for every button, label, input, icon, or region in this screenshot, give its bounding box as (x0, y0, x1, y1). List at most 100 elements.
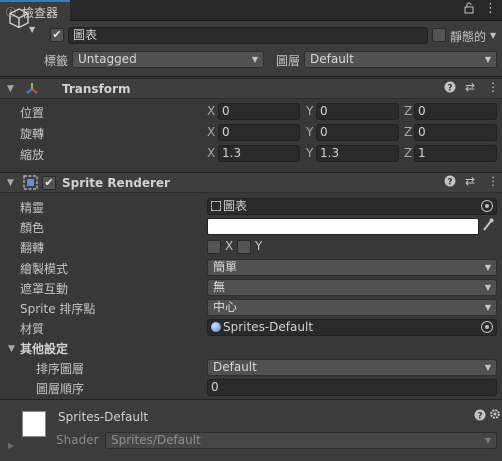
chevron-down-icon: ▼ (484, 436, 491, 445)
fold-arrow-icon[interactable]: ▼ (7, 178, 14, 188)
scale-x-field[interactable]: 1.3 (218, 145, 300, 162)
material-asset-icon (211, 322, 221, 332)
position-label: 位置 (20, 106, 45, 120)
presets-icon[interactable]: ⇄ (465, 174, 475, 188)
chevron-down-icon: ▼ (484, 283, 491, 292)
sorting-layer-dropdown[interactable]: Default ▼ (207, 359, 497, 376)
shader-dropdown[interactable]: Sprites/Default ▼ (105, 432, 497, 449)
axis-x-label[interactable]: X (207, 104, 215, 118)
lock-icon[interactable] (464, 2, 474, 17)
scale-y-field[interactable]: 1.3 (316, 145, 399, 162)
more-options-icon[interactable]: ⋮ (487, 174, 499, 188)
chevron-down-icon: ▼ (251, 55, 258, 64)
position-z-field[interactable]: 0 (414, 103, 497, 120)
sprite-field[interactable]: 圖表 (207, 198, 497, 215)
flip-y-checkbox[interactable] (237, 240, 251, 254)
rotation-x-field[interactable]: 0 (218, 124, 300, 141)
order-in-layer-label: 圖層順序 (36, 382, 85, 396)
draw-mode-dropdown[interactable]: 簡單 ▼ (207, 259, 497, 276)
help-icon[interactable]: ? (474, 409, 486, 424)
scale-label: 縮放 (20, 148, 45, 162)
sorting-layer-label: 排序圖層 (36, 362, 85, 376)
static-label: 靜態的 (450, 30, 487, 44)
chevron-down-icon[interactable]: ▼ (29, 25, 35, 34)
color-label: 顏色 (20, 221, 45, 235)
color-swatch[interactable] (207, 218, 479, 235)
axis-z-label[interactable]: Z (404, 104, 412, 118)
rotation-z-field[interactable]: 0 (414, 124, 497, 141)
sprite-value: 圖表 (223, 199, 248, 213)
sorting-layer-value: Default (213, 360, 257, 374)
layer-value: Default (310, 52, 354, 66)
chevron-down-icon: ▼ (484, 303, 491, 312)
material-field[interactable]: Sprites-Default (207, 319, 497, 336)
tab-bar: ⓘ 檢查器 ⋮ (0, 0, 502, 21)
layer-dropdown[interactable]: Default ▼ (304, 51, 497, 68)
presets-icon[interactable]: ⇄ (465, 80, 475, 94)
tag-label: 標籤 (44, 54, 69, 68)
transform-title: Transform (62, 82, 131, 96)
fold-arrow-icon[interactable]: ▼ (7, 84, 14, 94)
axis-x-label[interactable]: X (207, 146, 215, 160)
axis-z-label[interactable]: Z (404, 146, 412, 160)
flip-x-checkbox[interactable] (207, 240, 221, 254)
svg-text:?: ? (447, 178, 452, 188)
settings-gear-icon[interactable] (489, 408, 501, 423)
sprite-renderer-enabled-checkbox[interactable]: ✔ (42, 176, 56, 190)
material-label: 材質 (20, 322, 45, 336)
static-checkbox[interactable] (432, 28, 446, 42)
mask-interaction-label: 遮罩互動 (20, 282, 69, 296)
axis-y-label[interactable]: Y (306, 146, 313, 160)
transform-icon (24, 81, 40, 100)
sprite-sort-point-label: Sprite 排序點 (20, 302, 96, 316)
sprite-sort-point-dropdown[interactable]: 中心 ▼ (207, 299, 497, 316)
shader-label: Shader (56, 433, 99, 447)
svg-text:?: ? (477, 412, 482, 422)
sprite-renderer-title: Sprite Renderer (62, 176, 170, 190)
sprite-renderer-icon (23, 175, 38, 193)
sprite-label: 精靈 (20, 201, 45, 215)
axis-z-label[interactable]: Z (404, 125, 412, 139)
other-settings-label[interactable]: 其他設定 (20, 340, 68, 357)
material-name: Sprites-Default (58, 410, 149, 424)
order-in-layer-field[interactable]: 0 (207, 379, 497, 396)
material-value: Sprites-Default (223, 320, 314, 334)
help-icon[interactable]: ? (444, 175, 456, 190)
layer-label: 圖層 (276, 54, 301, 68)
material-thumbnail[interactable] (22, 411, 46, 437)
rotation-label: 旋轉 (20, 127, 45, 141)
scale-z-field[interactable]: 1 (414, 145, 497, 162)
draw-mode-label: 繪製模式 (20, 262, 69, 276)
chevron-down-icon: ▼ (484, 363, 491, 372)
position-x-field[interactable]: 0 (218, 103, 300, 120)
axis-y-label[interactable]: Y (306, 104, 313, 118)
axis-y-label[interactable]: Y (306, 125, 313, 139)
flip-x-label: X (225, 239, 234, 253)
rotation-y-field[interactable]: 0 (316, 124, 399, 141)
shader-value: Sprites/Default (111, 433, 201, 447)
object-picker-icon[interactable] (481, 321, 493, 333)
eyedropper-icon[interactable] (482, 218, 494, 235)
more-options-icon[interactable]: ⋮ (487, 80, 499, 94)
object-picker-icon[interactable] (481, 200, 493, 212)
svg-text:?: ? (447, 84, 452, 94)
chevron-down-icon: ▼ (484, 55, 491, 64)
fold-arrow-icon[interactable]: ▼ (8, 344, 15, 354)
sprite-asset-icon (211, 201, 221, 211)
flip-label: 翻轉 (20, 241, 45, 255)
sprite-sort-point-value: 中心 (213, 300, 238, 314)
axis-x-label[interactable]: X (207, 125, 215, 139)
tag-value: Untagged (78, 52, 137, 66)
fold-arrow-icon[interactable]: ▶ (8, 441, 14, 450)
mask-interaction-dropdown[interactable]: 無 ▼ (207, 279, 497, 296)
chevron-down-icon: ▼ (484, 263, 491, 272)
object-name-field[interactable]: 圖表 (68, 27, 428, 44)
mask-interaction-value: 無 (213, 280, 226, 294)
position-y-field[interactable]: 0 (316, 103, 399, 120)
tag-dropdown[interactable]: Untagged ▼ (72, 51, 264, 68)
chevron-down-icon[interactable]: ▼ (490, 31, 496, 40)
more-menu-icon[interactable]: ⋮ (484, 1, 497, 16)
flip-y-label: Y (255, 239, 263, 253)
help-icon[interactable]: ? (444, 81, 456, 96)
active-checkbox[interactable]: ✔ (50, 28, 64, 42)
